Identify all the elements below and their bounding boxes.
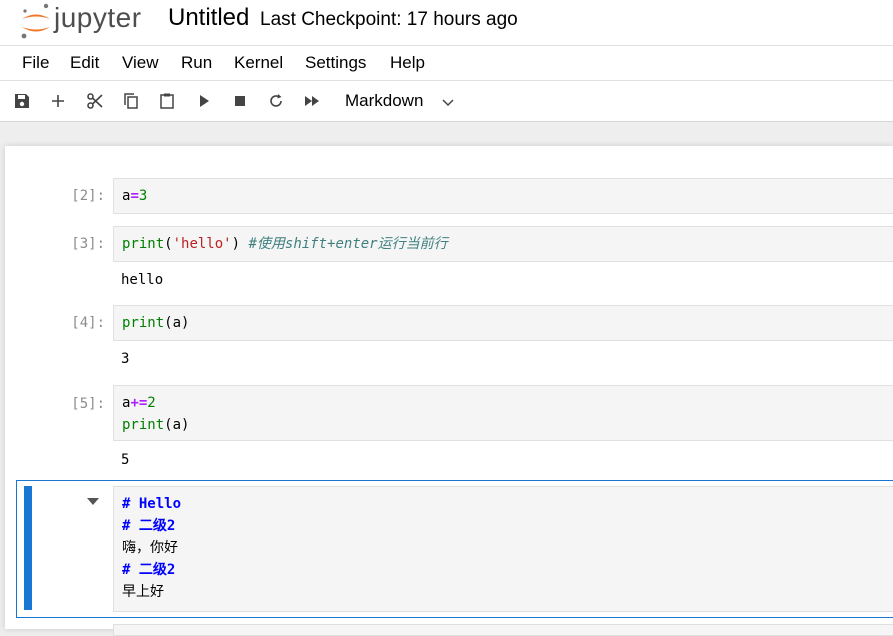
add-icon[interactable] <box>47 90 69 112</box>
toolbar: Markdown <box>0 81 893 122</box>
menu-run[interactable]: Run <box>181 53 212 73</box>
markdown-line: # 二级2 <box>122 562 176 578</box>
cell-prompt: [5]: <box>71 396 105 412</box>
code-text: a=3 <box>122 188 148 204</box>
menu-view[interactable]: View <box>122 53 159 73</box>
markdown-line: 嗨，你好 <box>122 540 178 556</box>
code-cell-input[interactable]: print('hello') #使用shift+enter运行当前行 <box>113 226 893 262</box>
copy-icon[interactable] <box>120 90 142 112</box>
checkpoint-status: Last Checkpoint: 17 hours ago <box>260 9 518 30</box>
next-cell-input[interactable] <box>113 624 893 636</box>
stop-icon[interactable] <box>229 90 251 112</box>
code-text: print(a) <box>122 315 190 331</box>
code-cell-input[interactable]: print(a) <box>113 305 893 341</box>
save-icon[interactable] <box>11 90 33 112</box>
cell-prompt: [3]: <box>71 236 105 252</box>
markdown-line: # 二级2 <box>122 518 176 534</box>
code-text: a+=2 print(a) <box>122 395 190 433</box>
menubar: File Edit View Run Kernel Settings Help <box>0 46 893 81</box>
menu-edit[interactable]: Edit <box>70 53 99 73</box>
cell-output: 3 <box>121 351 130 367</box>
markdown-line: 早上好 <box>122 584 164 600</box>
paste-icon[interactable] <box>156 90 178 112</box>
menu-kernel[interactable]: Kernel <box>234 53 283 73</box>
jupyter-logo-icon[interactable] <box>18 2 54 42</box>
cell-prompt: [4]: <box>71 315 105 331</box>
cell-collapser-bar[interactable] <box>24 486 32 610</box>
code-cell-input[interactable]: a=3 <box>113 178 893 214</box>
markdown-cell-input[interactable]: # Hello # 二级2 嗨，你好 # 二级2 早上好 <box>113 486 893 612</box>
markdown-line: # Hello <box>122 496 182 512</box>
notebook-area: [2]: a=3 [3]: print('hello') #使用shift+en… <box>5 146 893 636</box>
menu-help[interactable]: Help <box>390 53 425 73</box>
code-cell-input[interactable]: a+=2 print(a) <box>113 385 893 441</box>
notebook-title[interactable]: Untitled <box>168 4 249 32</box>
caret-down-icon[interactable] <box>85 496 101 508</box>
restart-icon[interactable] <box>265 90 287 112</box>
menu-file[interactable]: File <box>22 53 49 73</box>
fast-forward-icon[interactable] <box>301 90 323 112</box>
cell-output: hello <box>121 272 164 288</box>
header: jupyter Untitled Last Checkpoint: 17 hou… <box>0 0 893 46</box>
code-text: print('hello') #使用shift+enter运行当前行 <box>122 236 448 252</box>
logo-text: jupyter <box>54 2 142 33</box>
cut-icon[interactable] <box>84 90 106 112</box>
cell-type-select[interactable]: Markdown <box>345 91 423 111</box>
cell-output: 5 <box>121 452 130 468</box>
cell-prompt: [2]: <box>71 188 105 204</box>
run-icon[interactable] <box>193 90 215 112</box>
chevron-down-icon[interactable] <box>441 95 455 109</box>
menu-settings[interactable]: Settings <box>305 53 366 73</box>
